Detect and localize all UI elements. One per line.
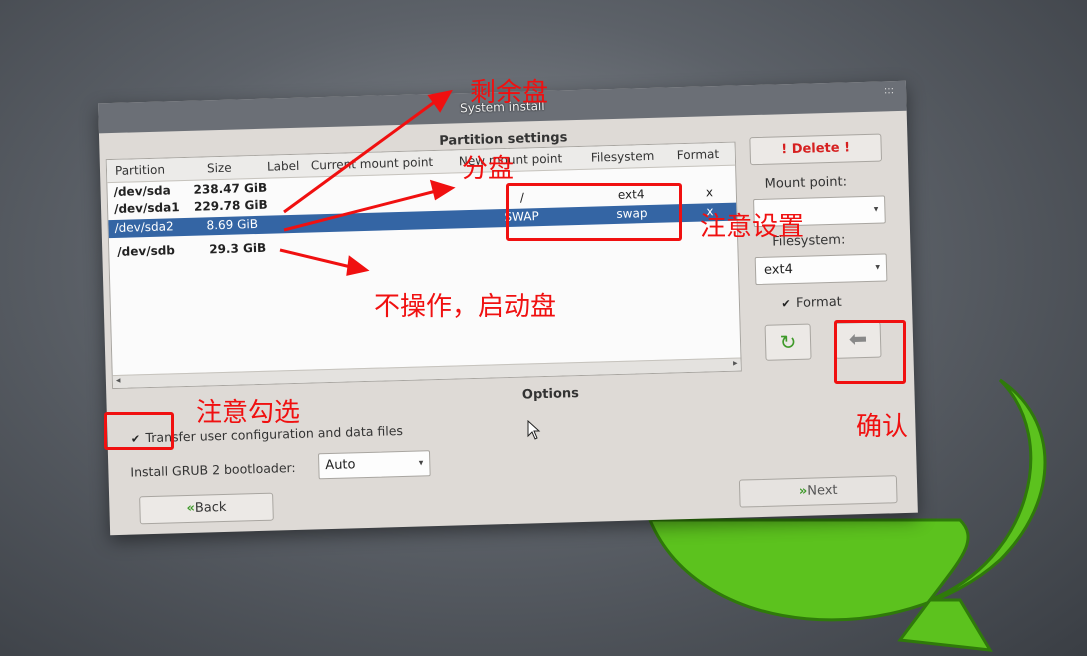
annotation-boot: 不操作，启动盘 — [374, 292, 557, 322]
annotation-confirm: 确认 — [856, 412, 909, 442]
arrowhead-partition — [429, 179, 456, 201]
annotation-settings: 注意设置 — [700, 212, 805, 242]
arrowhead-boot — [346, 255, 370, 276]
arrow-boot — [279, 248, 356, 270]
arrowhead-remaining — [427, 89, 453, 113]
annotation-box-settings — [506, 183, 682, 241]
annotation-check: 注意勾选 — [196, 398, 301, 428]
annotation-box-confirm — [834, 320, 906, 384]
annotation-box-check — [104, 412, 174, 450]
annotation-partition: 分盘 — [462, 154, 515, 184]
annotation-remaining: 剩余盘 — [470, 78, 549, 108]
mouse-cursor-icon — [527, 420, 541, 440]
